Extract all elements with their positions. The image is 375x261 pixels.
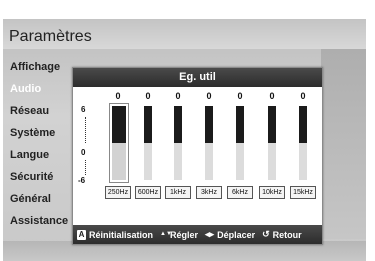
eq-slider[interactable]	[299, 106, 307, 180]
reset-hint[interactable]: A Réinitialisation	[77, 229, 154, 240]
scale-max-label: 6	[81, 105, 86, 114]
return-icon: ↺	[262, 229, 270, 239]
eq-slider[interactable]	[236, 106, 244, 180]
menu-item-assistance[interactable]: Assistance	[10, 210, 80, 232]
adjust-label: Régler	[170, 229, 199, 240]
scale-zero-label: 0	[81, 148, 86, 157]
band-value: 0	[115, 91, 121, 101]
scale-min-label: -6	[78, 176, 86, 185]
band-frequency-label: 15kHz	[290, 186, 316, 199]
band-frequency-label: 10kHz	[259, 186, 285, 199]
a-button-icon: A	[77, 229, 86, 240]
back-hint[interactable]: ↺ Retour	[262, 229, 302, 240]
back-label: Retour	[272, 229, 302, 240]
band-frequency-label: 250Hz	[105, 186, 131, 199]
band-frequency-label: 1kHz	[165, 186, 191, 199]
dialog-title: Eg. util	[179, 71, 216, 83]
band-value: 0	[300, 91, 306, 101]
menu-item-general[interactable]: Général	[10, 188, 80, 210]
screen-title: Paramètres	[9, 28, 92, 45]
band-value: 0	[206, 91, 212, 101]
move-hint[interactable]: ◂▸ Déplacer	[205, 229, 255, 240]
dialog-footer: A Réinitialisation ▲▼ Régler ◂▸ Déplacer…	[73, 225, 322, 244]
tv-screen: Paramètres Affichage Audio Réseau Systèm…	[3, 19, 366, 261]
eq-slider[interactable]	[205, 106, 213, 180]
band-value: 0	[237, 91, 243, 101]
eq-slider[interactable]	[144, 106, 152, 180]
band-frequency-label: 3kHz	[196, 186, 222, 199]
scale-lower-dots	[85, 160, 88, 175]
menu-item-audio[interactable]: Audio	[10, 78, 80, 100]
move-label: Déplacer	[217, 229, 256, 240]
left-right-arrows-icon: ◂▸	[205, 229, 215, 239]
band-value: 0	[269, 91, 275, 101]
menu-item-langue[interactable]: Langue	[10, 144, 80, 166]
eq-slider[interactable]	[268, 106, 276, 180]
up-down-arrows-icon: ▲▼	[160, 231, 172, 237]
band-frequency-label: 600Hz	[135, 186, 161, 199]
band-frequency-label: 6kHz	[227, 186, 253, 199]
eq-slider[interactable]	[174, 106, 182, 180]
menu-item-securite[interactable]: Sécurité	[10, 166, 80, 188]
dialog-header: Eg. util	[73, 68, 322, 87]
menu-item-affichage[interactable]: Affichage	[10, 56, 80, 78]
scale-upper-dots	[85, 117, 88, 143]
equalizer-dialog: Eg. util 6 0 -6 0 250Hz 0 600Hz 0 1kHz 0…	[72, 67, 323, 245]
band-value: 0	[145, 91, 151, 101]
band-value: 0	[175, 91, 181, 101]
settings-menu: Affichage Audio Réseau Système Langue Sé…	[10, 56, 80, 232]
reset-label: Réinitialisation	[89, 229, 154, 240]
menu-item-systeme[interactable]: Système	[10, 122, 80, 144]
adjust-hint[interactable]: ▲▼ Régler	[160, 230, 198, 240]
title-bar: Paramètres	[3, 19, 366, 49]
eq-slider[interactable]	[109, 103, 129, 183]
menu-item-reseau[interactable]: Réseau	[10, 100, 80, 122]
background-panel	[321, 49, 366, 239]
